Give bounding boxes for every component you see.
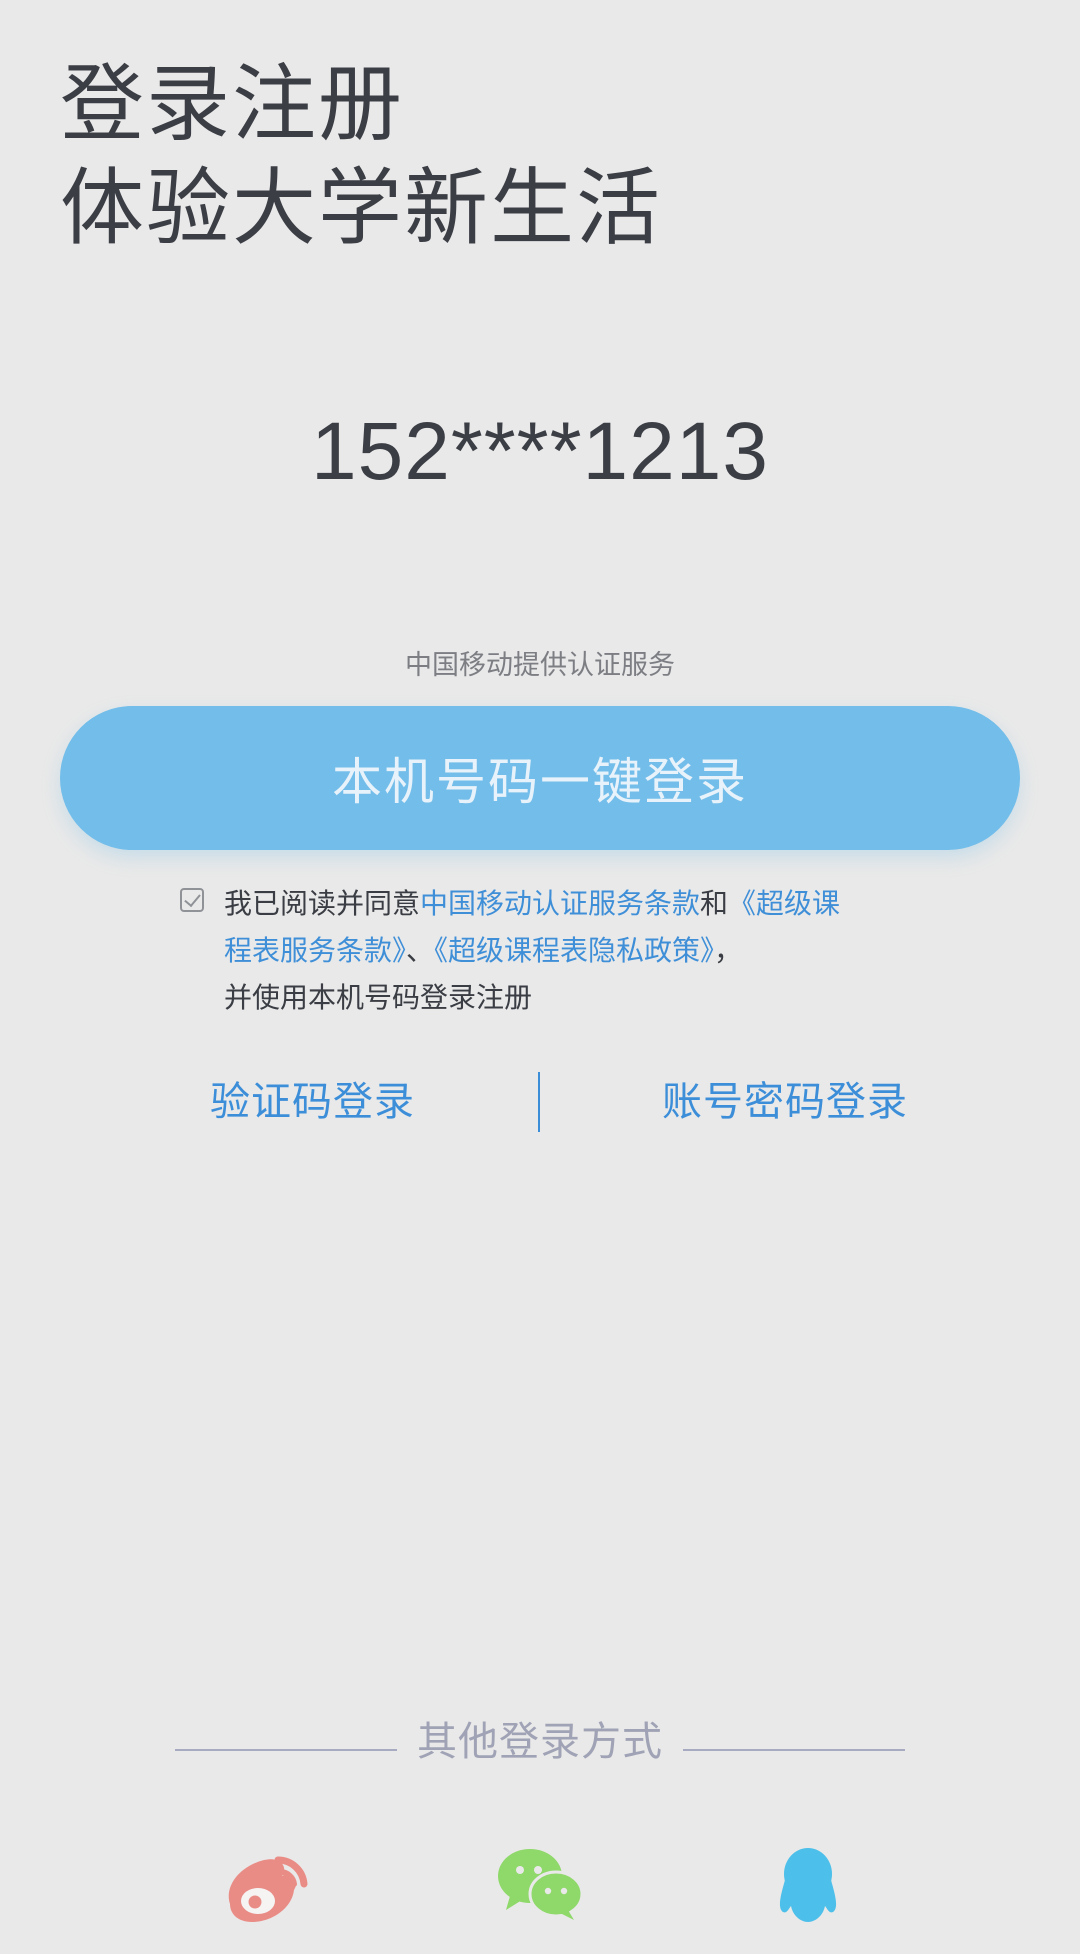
- agreement-suffix: 并使用本机号码登录注册: [224, 981, 533, 1014]
- alternative-login-row: 验证码登录 账号密码登录: [0, 1072, 1080, 1132]
- privacy-policy-link[interactable]: 《超级课程表隐私政策》: [434, 934, 714, 967]
- title-line-2: 体验大学新生活: [60, 159, 663, 257]
- page-title: 登录注册 体验大学新生活: [60, 52, 662, 260]
- agreement-checkbox[interactable]: [180, 888, 204, 912]
- agreement-section: 我已阅读并同意中国移动认证服务条款和《超级课程表服务条款》、《超级课程表隐私政策…: [180, 880, 880, 1021]
- wechat-icon: [498, 1849, 584, 1920]
- sms-code-login-link[interactable]: 验证码登录: [210, 1072, 415, 1132]
- cmcc-terms-link[interactable]: 中国移动认证服务条款: [420, 887, 700, 920]
- agreement-prefix: 我已阅读并同意: [224, 887, 421, 920]
- other-methods-divider: 其他登录方式: [0, 1712, 1080, 1772]
- masked-phone-number: 152****1213: [311, 406, 769, 497]
- agreement-text: 我已阅读并同意中国移动认证服务条款和《超级课程表服务条款》、《超级课程表隐私政策…: [224, 880, 864, 1021]
- qq-icon: [779, 1848, 837, 1922]
- agreement-and: 和: [700, 887, 729, 920]
- divider-line-right: [683, 1749, 905, 1751]
- one-click-login-button[interactable]: 本机号码一键登录: [60, 706, 1020, 850]
- one-click-login-label: 本机号码一键登录: [332, 753, 748, 811]
- agreement-separator: 、: [406, 934, 435, 967]
- other-methods-label: 其他登录方式: [417, 1719, 663, 1765]
- wechat-login-button[interactable]: [496, 1846, 586, 1922]
- password-login-link[interactable]: 账号密码登录: [662, 1072, 908, 1132]
- alt-divider: [538, 1072, 540, 1132]
- title-line-1: 登录注册: [60, 55, 405, 153]
- qq-login-button[interactable]: [773, 1846, 843, 1926]
- weibo-icon: [228, 1856, 308, 1922]
- weibo-login-button[interactable]: [222, 1846, 314, 1926]
- agreement-comma: ，: [714, 934, 743, 967]
- provider-note: 中国移动提供认证服务: [405, 650, 675, 681]
